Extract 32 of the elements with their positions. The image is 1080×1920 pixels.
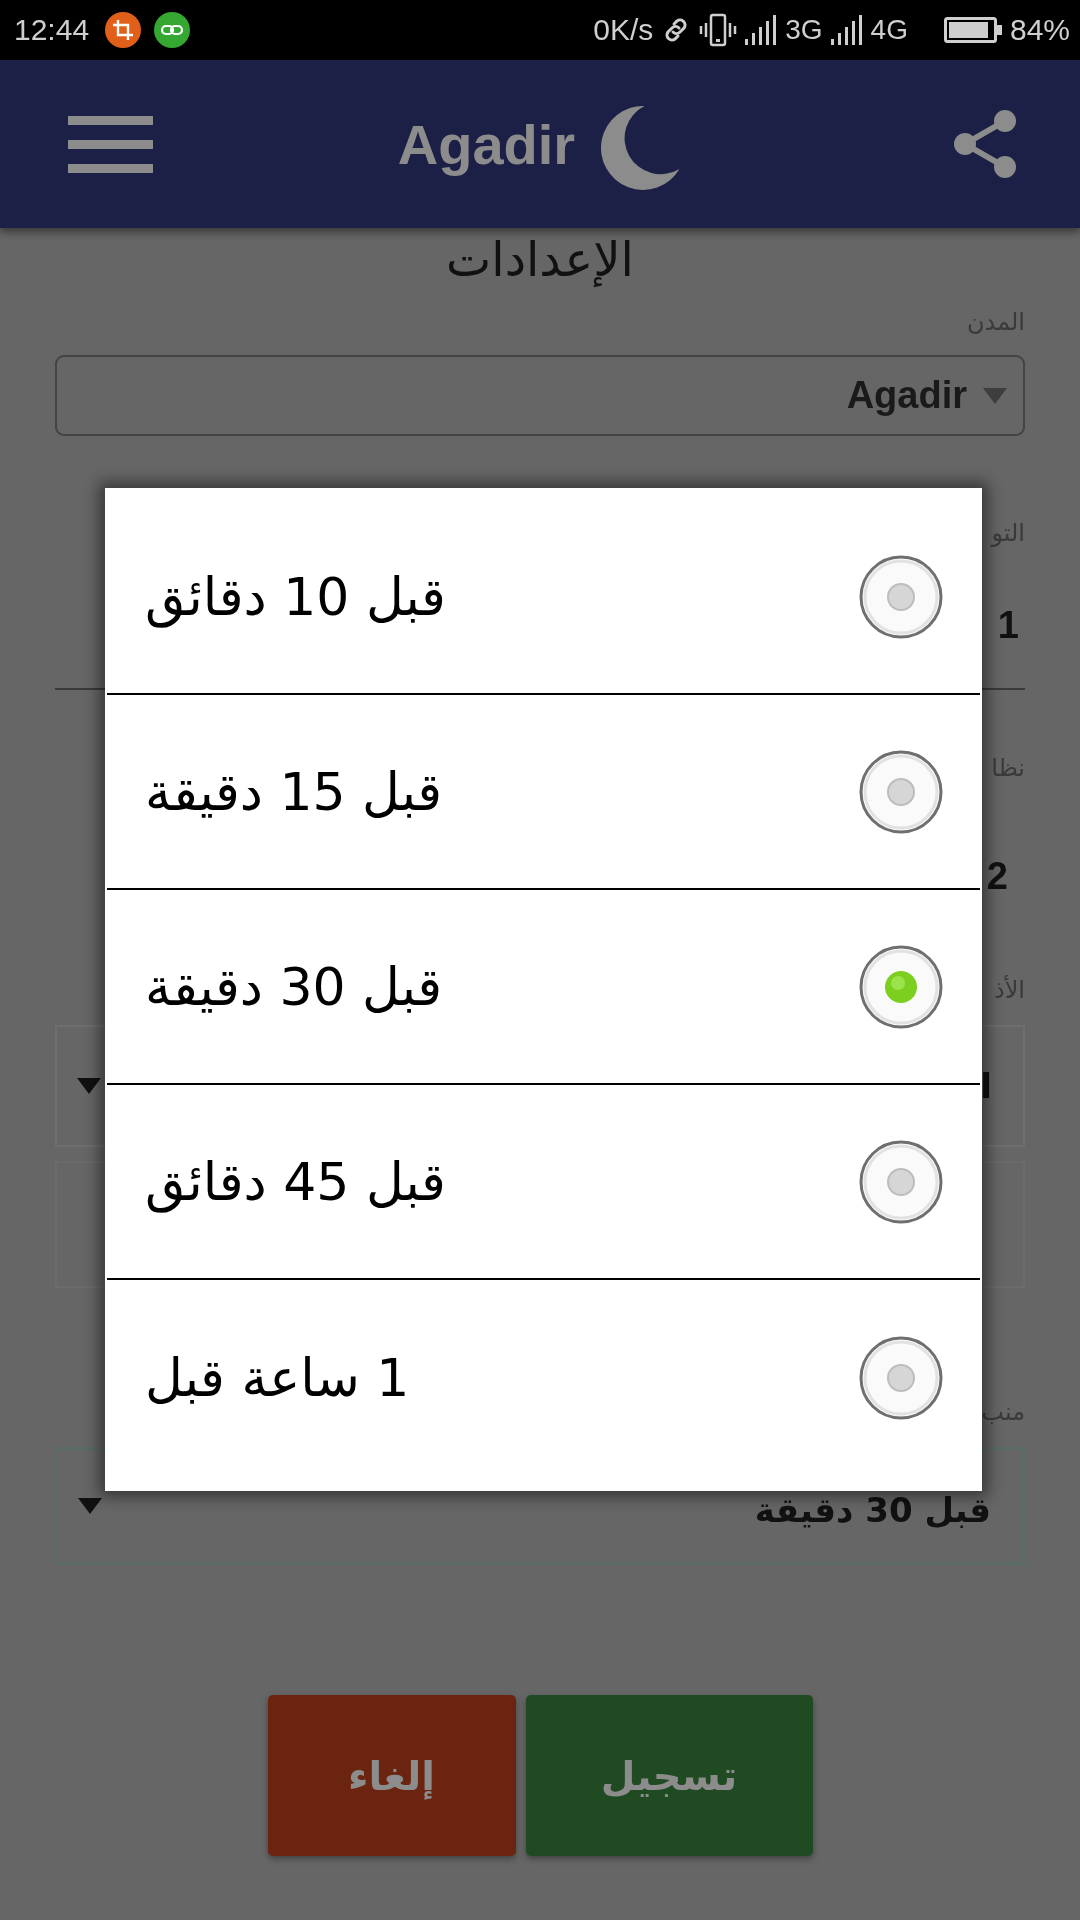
crop-icon (105, 12, 142, 48)
vibrate-icon (699, 13, 738, 47)
page-title: الإعدادات (446, 230, 634, 289)
radio-button[interactable] (859, 1139, 943, 1224)
share-icon[interactable] (953, 109, 1017, 179)
field-value: 1 (997, 603, 1019, 648)
field-value: ا (980, 1066, 992, 1106)
option-label[interactable]: 1 ساعة قبل (145, 1347, 410, 1408)
value-text: 2 (986, 854, 1008, 899)
option-label[interactable]: قبل 45 دقائق (145, 1151, 446, 1212)
link-icon (154, 12, 191, 48)
battery-icon (943, 17, 1002, 43)
option-label[interactable]: قبل 10 دقائق (145, 566, 446, 627)
radio-button[interactable] (859, 1335, 943, 1420)
caret-icon (983, 387, 1007, 404)
menu-icon[interactable] (68, 115, 153, 173)
signal-icon (830, 15, 863, 45)
caret-icon (78, 1498, 102, 1514)
caret-icon (77, 1078, 101, 1094)
radio-button[interactable] (859, 944, 943, 1029)
app-title: Agadir (397, 111, 576, 177)
battery-percent: 84% (1009, 13, 1070, 47)
radio-button[interactable] (859, 554, 943, 639)
radio-button[interactable] (859, 749, 943, 834)
signal-icon (745, 15, 778, 45)
network-type: 3G (785, 14, 823, 46)
option-label[interactable]: قبل 15 دقيقة (145, 761, 443, 822)
field-value: قبل 30 دقيقة (754, 1490, 991, 1530)
network-speed: 0K/s (593, 13, 654, 47)
option-label[interactable]: قبل 30 دقيقة (145, 956, 443, 1017)
network-type: 4G (870, 14, 908, 46)
clock-time: 12:44 (14, 13, 90, 47)
